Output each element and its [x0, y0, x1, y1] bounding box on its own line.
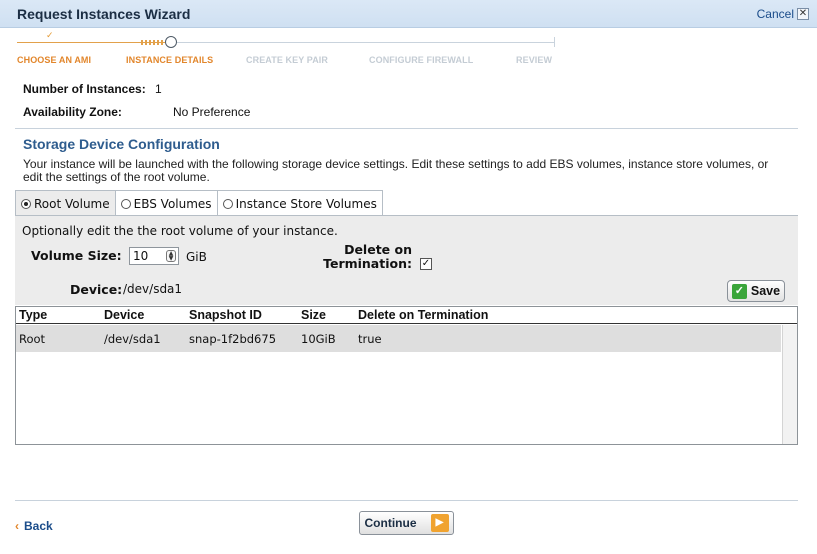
- arrow-right-icon: ▶: [430, 514, 449, 532]
- volume-size-unit: GiB: [186, 250, 207, 264]
- availability-zone-label: Availability Zone:: [23, 105, 122, 119]
- step-choose-ami: CHOOSE AN AMI: [17, 55, 92, 65]
- checkmark-icon: ✓: [731, 283, 747, 299]
- tab-ebs-volumes-label: EBS Volumes: [133, 196, 212, 211]
- radio-selected-icon[interactable]: [21, 198, 31, 209]
- device-label: Device:: [70, 282, 123, 297]
- volume-size-label: Volume Size:: [31, 248, 122, 263]
- cell-device: /dev/sda1: [104, 332, 161, 346]
- back-label: Back: [24, 519, 53, 533]
- table-scrollbar[interactable]: [782, 325, 797, 444]
- close-icon[interactable]: ✕: [797, 8, 809, 20]
- instance-count-row: Number of Instances: 1: [23, 82, 162, 96]
- step-configure-firewall: CONFIGURE FIREWALL: [369, 55, 474, 65]
- instance-count-value: 1: [155, 82, 162, 96]
- continue-label: Continue: [364, 516, 417, 530]
- progress-end-tick: [554, 37, 555, 47]
- cell-size: 10GiB: [301, 332, 336, 346]
- cell-snapshot-id: snap-1f2bd675: [189, 332, 277, 346]
- back-link[interactable]: ‹ Back: [15, 519, 53, 533]
- cell-delete-on-termination: true: [358, 332, 382, 346]
- cancel-label: Cancel: [756, 7, 794, 21]
- column-header-type[interactable]: Type: [19, 308, 47, 322]
- storage-section-title: Storage Device Configuration: [23, 136, 220, 152]
- save-button[interactable]: ✓ Save: [727, 280, 785, 302]
- column-header-size[interactable]: Size: [301, 308, 326, 322]
- root-volume-panel: Optionally edit the the root volume of y…: [15, 215, 798, 305]
- column-header-snapshot-id[interactable]: Snapshot ID: [189, 308, 262, 322]
- tab-instance-store-volumes[interactable]: Instance Store Volumes: [216, 190, 383, 216]
- delete-on-termination-checkbox[interactable]: ✓: [420, 258, 432, 270]
- cancel-button[interactable]: Cancel ✕: [757, 7, 809, 21]
- tab-root-volume-label: Root Volume: [34, 196, 110, 211]
- tab-root-volume[interactable]: Root Volume: [15, 190, 116, 216]
- storage-tabs: Root Volume EBS Volumes Instance Store V…: [15, 190, 383, 216]
- checkmark-icon: ✓: [46, 31, 54, 41]
- cell-type: Root: [19, 332, 46, 346]
- device-value: /dev/sda1: [123, 282, 183, 296]
- column-header-delete-on-termination[interactable]: Delete on Termination: [358, 308, 488, 322]
- progress-line-pending: [177, 42, 555, 43]
- volumes-table: Type Device Snapshot ID Size Delete on T…: [15, 306, 798, 445]
- radio-icon[interactable]: [120, 198, 131, 209]
- chevron-left-icon: ‹: [15, 519, 19, 533]
- radio-icon[interactable]: [222, 198, 233, 209]
- step-instance-details: INSTANCE DETAILS: [126, 55, 214, 65]
- current-step-indicator: [165, 36, 177, 48]
- step-create-key-pair: CREATE KEY PAIR: [246, 55, 329, 65]
- save-label: Save: [750, 284, 781, 298]
- availability-zone-value: No Preference: [173, 105, 251, 119]
- table-header: Type Device Snapshot ID Size Delete on T…: [16, 307, 797, 324]
- wizard-progress: ✓ CHOOSE AN AMI INSTANCE DETAILS CREATE …: [17, 30, 562, 68]
- section-divider: [15, 128, 798, 129]
- continue-button[interactable]: Continue ▶: [359, 511, 454, 535]
- instance-count-label: Number of Instances:: [23, 82, 146, 96]
- delete-on-termination-label: Delete on Termination:: [323, 242, 412, 271]
- root-volume-hint: Optionally edit the the root volume of y…: [22, 224, 338, 238]
- tab-ebs-volumes[interactable]: EBS Volumes: [114, 190, 218, 216]
- volume-size-stepper-icon[interactable]: ▲ ▼: [166, 250, 176, 262]
- column-header-device[interactable]: Device: [104, 308, 144, 322]
- tab-instance-store-label: Instance Store Volumes: [235, 196, 377, 211]
- storage-section-description: Your instance will be launched with the …: [23, 157, 769, 184]
- table-row[interactable]: Root /dev/sda1 snap-1f2bd675 10GiB true: [16, 325, 781, 352]
- wizard-title: Request Instances Wizard: [17, 6, 191, 22]
- step-review: REVIEW: [516, 55, 553, 65]
- progress-line-transition: [141, 40, 165, 45]
- wizard-title-bar: Request Instances Wizard Cancel ✕: [0, 0, 817, 28]
- availability-zone-row: Availability Zone: No Preference: [23, 105, 250, 119]
- footer-divider: [15, 500, 798, 501]
